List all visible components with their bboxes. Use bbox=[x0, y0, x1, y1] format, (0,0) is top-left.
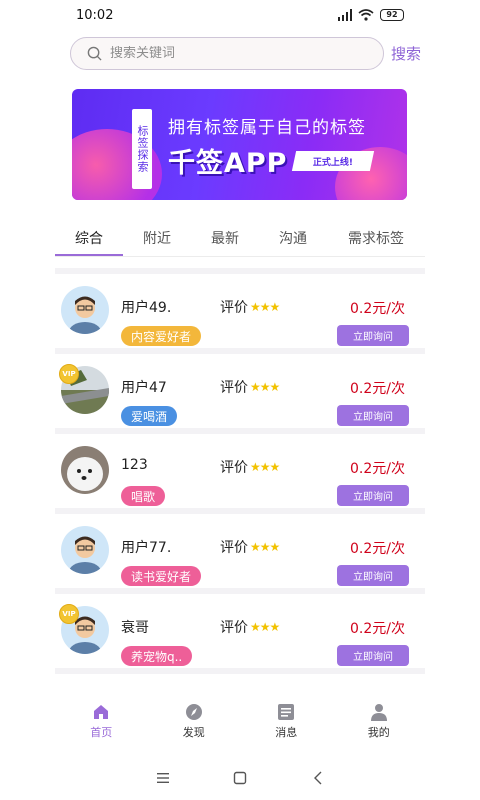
tab-communicate[interactable]: 沟通 bbox=[259, 220, 327, 256]
list-item[interactable]: VIP 用户47 评价 ★★★ 爱喝酒 0.2元/次 立即询问 bbox=[55, 354, 425, 428]
category-tabs: 综合 附近 最新 沟通 需求标签 bbox=[55, 220, 425, 256]
avatar bbox=[61, 286, 109, 334]
star-icon: ★★★ bbox=[250, 620, 280, 634]
signal-icon bbox=[338, 9, 352, 21]
vip-badge: VIP bbox=[59, 604, 79, 624]
price: 0.2元/次 bbox=[350, 621, 405, 637]
list-item[interactable]: 用户49. 评价 ★★★ 内容爱好者 0.2元/次 立即询问 bbox=[55, 274, 425, 348]
list-separator bbox=[55, 668, 425, 674]
rating: 评价 ★★★ bbox=[220, 377, 280, 397]
user-name: 用户47 bbox=[121, 380, 167, 396]
rating-label: 评价 bbox=[220, 540, 248, 556]
banner-ribbon: 正式上线! bbox=[291, 151, 375, 171]
system-nav-bar bbox=[0, 760, 480, 796]
tab-nearby[interactable]: 附近 bbox=[123, 220, 191, 256]
bottom-nav: 首页 发现 消息 我的 bbox=[55, 700, 425, 748]
star-icon: ★★★ bbox=[250, 540, 280, 554]
inquire-button[interactable]: 立即询问 bbox=[337, 645, 409, 666]
user-name: 123 bbox=[121, 457, 148, 473]
nav-label: 发现 bbox=[182, 726, 205, 739]
rating: 评价 ★★★ bbox=[220, 537, 280, 557]
list-item[interactable]: VIP 衰哥 评价 ★★★ 养宠物q.. 0.2元/次 立即询问 bbox=[55, 594, 425, 668]
menu-icon[interactable] bbox=[155, 770, 171, 786]
price: 0.2元/次 bbox=[350, 301, 405, 317]
rating: 评价 ★★★ bbox=[220, 457, 280, 477]
list-item[interactable]: 123 评价 ★★★ 唱歌 0.2元/次 立即询问 bbox=[55, 434, 425, 508]
tab-demand-tags[interactable]: 需求标签 bbox=[327, 220, 425, 256]
banner-headline: 拥有标签属于自己的标签 bbox=[168, 118, 366, 138]
rating: 评价 ★★★ bbox=[220, 297, 280, 317]
rating-label: 评价 bbox=[220, 380, 248, 396]
home-button-icon[interactable] bbox=[232, 770, 248, 786]
user-list: 用户49. 评价 ★★★ 内容爱好者 0.2元/次 立即询问 VIP 用户47 … bbox=[55, 268, 425, 674]
search-input[interactable] bbox=[110, 46, 350, 61]
banner-tag-text: 标签探索 bbox=[136, 125, 149, 173]
user-tag: 养宠物q.. bbox=[121, 646, 193, 666]
star-icon: ★★★ bbox=[250, 380, 280, 394]
status-icons: 92 bbox=[338, 9, 404, 21]
user-name: 用户49. bbox=[121, 300, 172, 316]
search-icon bbox=[87, 46, 102, 61]
user-name: 用户77. bbox=[121, 540, 172, 556]
banner-ribbon-text: 正式上线! bbox=[312, 157, 354, 168]
rating: 评价 ★★★ bbox=[220, 617, 280, 637]
profile-icon bbox=[370, 704, 387, 721]
star-icon: ★★★ bbox=[250, 300, 280, 314]
back-icon[interactable] bbox=[310, 770, 326, 786]
tab-latest[interactable]: 最新 bbox=[191, 220, 259, 256]
price: 0.2元/次 bbox=[350, 381, 405, 397]
nav-label: 首页 bbox=[90, 726, 113, 739]
user-tag: 内容爱好者 bbox=[121, 326, 202, 346]
nav-home[interactable]: 首页 bbox=[55, 700, 148, 748]
nav-discover[interactable]: 发现 bbox=[148, 700, 241, 748]
nav-label: 消息 bbox=[275, 726, 298, 739]
banner-app-name: 千签APP bbox=[168, 148, 288, 179]
banner-tag: 标签探索 bbox=[132, 109, 152, 189]
battery-icon: 92 bbox=[380, 9, 404, 21]
user-tag: 唱歌 bbox=[121, 486, 166, 506]
search-bar[interactable] bbox=[70, 37, 384, 70]
status-time: 10:02 bbox=[76, 8, 114, 23]
search-button[interactable]: 搜索 bbox=[391, 43, 421, 64]
user-tag: 读书爱好者 bbox=[121, 566, 202, 586]
home-icon bbox=[94, 705, 109, 719]
compass-icon bbox=[185, 704, 202, 720]
vip-badge: VIP bbox=[59, 364, 79, 384]
tabs-divider bbox=[55, 256, 425, 257]
nav-label: 我的 bbox=[367, 726, 390, 739]
inquire-button[interactable]: 立即询问 bbox=[337, 485, 409, 506]
list-item[interactable]: 用户77. 评价 ★★★ 读书爱好者 0.2元/次 立即询问 bbox=[55, 514, 425, 588]
inquire-button[interactable]: 立即询问 bbox=[337, 405, 409, 426]
promo-banner[interactable]: 标签探索 拥有标签属于自己的标签 千签APP 正式上线! bbox=[72, 89, 407, 200]
inquire-button[interactable]: 立即询问 bbox=[337, 565, 409, 586]
inquire-button[interactable]: 立即询问 bbox=[337, 325, 409, 346]
avatar bbox=[61, 446, 109, 494]
wifi-icon bbox=[358, 9, 374, 21]
message-icon bbox=[278, 704, 295, 720]
status-bar: 10:02 92 bbox=[0, 0, 480, 32]
nav-messages[interactable]: 消息 bbox=[240, 700, 333, 748]
price: 0.2元/次 bbox=[350, 461, 405, 477]
user-name: 衰哥 bbox=[121, 620, 149, 636]
avatar bbox=[61, 526, 109, 574]
rating-label: 评价 bbox=[220, 300, 248, 316]
star-icon: ★★★ bbox=[250, 460, 280, 474]
tab-comprehensive[interactable]: 综合 bbox=[55, 220, 123, 256]
rating-label: 评价 bbox=[220, 620, 248, 636]
rating-label: 评价 bbox=[220, 460, 248, 476]
nav-profile[interactable]: 我的 bbox=[333, 700, 426, 748]
price: 0.2元/次 bbox=[350, 541, 405, 557]
user-tag: 爱喝酒 bbox=[121, 406, 178, 426]
